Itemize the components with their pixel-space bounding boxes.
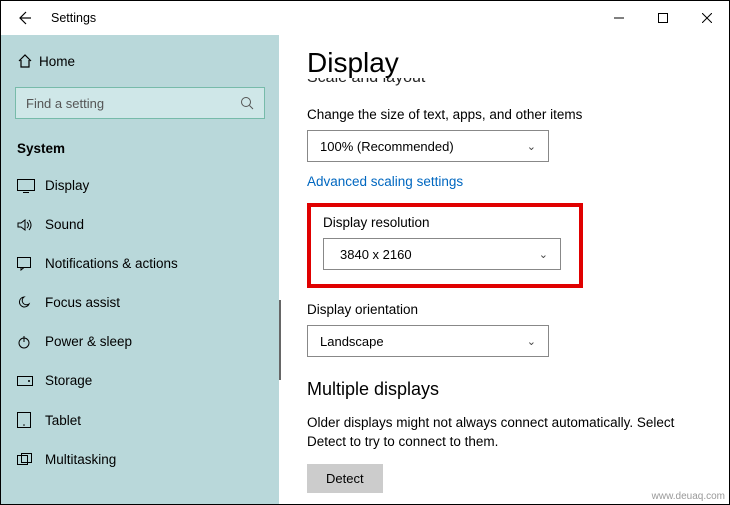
home-nav[interactable]: Home [1,43,279,79]
power-icon [17,335,45,349]
scale-dropdown[interactable]: 100% (Recommended) ⌄ [307,130,549,162]
orientation-dropdown[interactable]: Landscape ⌄ [307,325,549,357]
multiple-displays-heading: Multiple displays [307,379,701,400]
home-label: Home [39,54,75,69]
resolution-dropdown[interactable]: 3840 x 2160 ⌄ [323,238,561,270]
chevron-down-icon: ⌄ [527,335,536,348]
sound-icon [17,218,45,232]
main-content: Display Scale and layout Change the size… [279,35,729,504]
search-icon [240,96,254,110]
resolution-value: 3840 x 2160 [340,247,412,262]
sidebar-item-focus-assist[interactable]: Focus assist [1,283,279,322]
search-placeholder: Find a setting [26,96,240,111]
resolution-label: Display resolution [323,215,567,230]
home-icon [17,53,39,69]
sidebar-item-label: Display [45,178,89,193]
multitasking-icon [17,453,45,467]
sidebar-item-multitasking[interactable]: Multitasking [1,440,279,479]
detect-button[interactable]: Detect [307,464,383,493]
sidebar-item-label: Notifications & actions [45,256,178,271]
storage-icon [17,376,45,386]
sidebar-item-storage[interactable]: Storage [1,361,279,400]
maximize-button[interactable] [641,3,685,33]
sidebar-item-label: Power & sleep [45,334,132,349]
minimize-button[interactable] [597,3,641,33]
sidebar-item-label: Focus assist [45,295,120,310]
multiple-displays-text: Older displays might not always connect … [307,414,701,452]
sidebar-item-label: Tablet [45,413,81,428]
sidebar-item-power-sleep[interactable]: Power & sleep [1,322,279,361]
resolution-highlight: Display resolution 3840 x 2160 ⌄ [307,203,583,288]
chevron-down-icon: ⌄ [527,140,536,153]
sidebar-item-label: Sound [45,217,84,232]
scroll-indicator[interactable] [279,300,281,380]
window-title: Settings [51,11,96,25]
notifications-icon [17,257,45,271]
sidebar-item-notifications[interactable]: Notifications & actions [1,244,279,283]
orientation-label: Display orientation [307,302,701,317]
search-input[interactable]: Find a setting [15,87,265,119]
chevron-down-icon: ⌄ [539,248,548,261]
scale-value: 100% (Recommended) [320,139,454,154]
sidebar-item-label: Storage [45,373,92,388]
tablet-icon [17,412,45,428]
sidebar-item-label: Multitasking [45,452,116,467]
category-label: System [1,127,279,166]
display-icon [17,179,45,193]
sidebar-item-display[interactable]: Display [1,166,279,205]
close-button[interactable] [685,3,729,33]
orientation-value: Landscape [320,334,384,349]
back-button[interactable] [9,3,39,33]
watermark: www.deuaq.com [652,491,725,502]
advanced-scaling-link[interactable]: Advanced scaling settings [307,174,701,189]
sidebar-item-tablet[interactable]: Tablet [1,400,279,440]
page-title: Display [307,47,701,79]
scale-label: Change the size of text, apps, and other… [307,107,701,122]
sidebar: Home Find a setting System Display Sound… [1,35,279,504]
focus-assist-icon [17,296,45,310]
section-scale-layout: Scale and layout [307,78,701,90]
sidebar-item-sound[interactable]: Sound [1,205,279,244]
